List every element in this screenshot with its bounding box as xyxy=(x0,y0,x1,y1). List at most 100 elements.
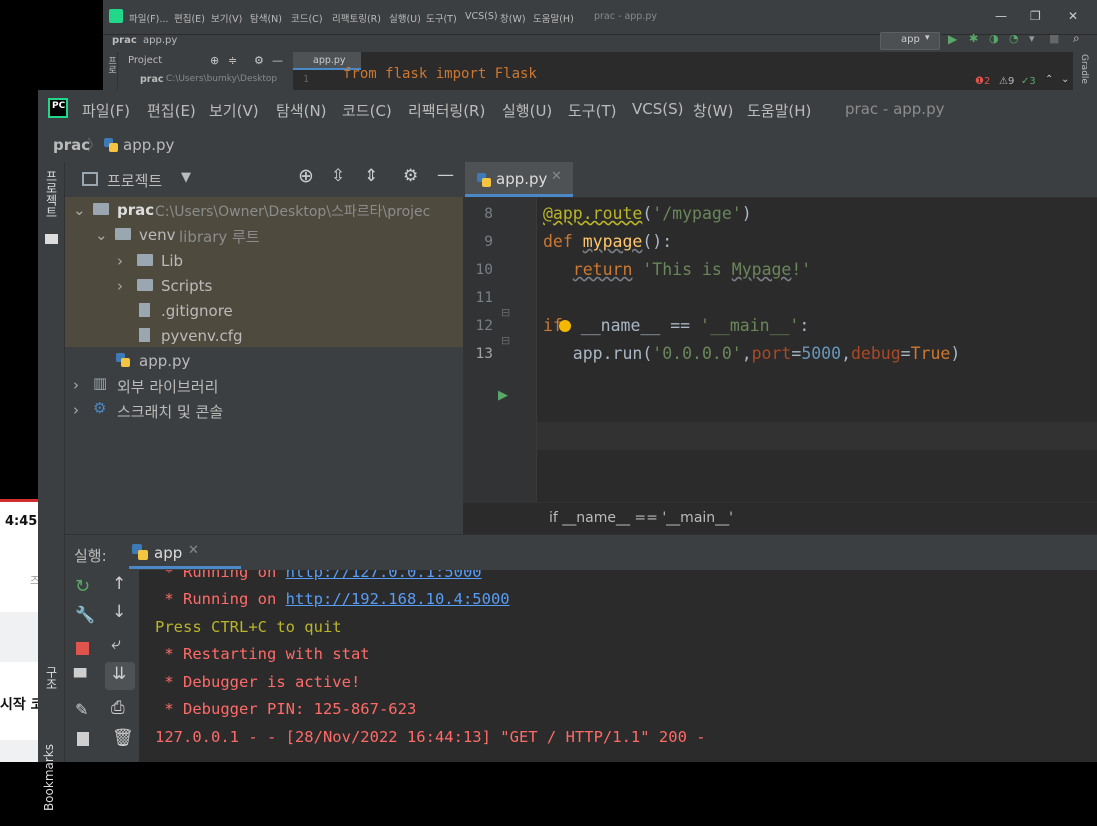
tree-item[interactable]: › Scripts xyxy=(65,273,463,298)
locate-icon[interactable]: ⊕ xyxy=(210,54,219,67)
chevron-down-icon[interactable]: ⌄ xyxy=(73,201,86,219)
trash-icon[interactable]: 🗑 xyxy=(112,728,134,748)
back-menu-item[interactable]: 도움말(H) xyxy=(533,11,574,25)
menu-item[interactable]: 파일(F) xyxy=(82,100,130,121)
minimize-icon[interactable]: — xyxy=(995,9,1007,23)
menu-item[interactable]: 탐색(N) xyxy=(276,100,327,121)
chevron-right-icon[interactable]: › xyxy=(73,376,79,394)
error-count[interactable]: ❶2 xyxy=(975,76,990,87)
coverage-icon[interactable]: ◑ xyxy=(989,32,999,45)
tab-app-py[interactable]: app.py ✕ xyxy=(465,162,573,197)
bookmarks-tool-button[interactable]: Bookmarks xyxy=(41,744,59,826)
gradle-tool-label[interactable]: Gradle xyxy=(1079,54,1089,84)
breadcrumb-project[interactable]: prac xyxy=(112,35,137,46)
next-highlight-icon[interactable]: ⌄ xyxy=(1061,74,1069,85)
menu-item[interactable]: 보기(V) xyxy=(209,100,259,121)
back-menu-item[interactable]: 코드(C) xyxy=(291,11,323,25)
back-menu-item[interactable]: 탐색(N) xyxy=(250,11,282,25)
warning-count[interactable]: ⚠9 xyxy=(999,76,1014,87)
prev-highlight-icon[interactable]: ⌃ xyxy=(1045,74,1053,85)
restore-icon[interactable]: ❐ xyxy=(1030,9,1041,23)
search-icon[interactable]: ⌕ xyxy=(1073,31,1080,46)
menu-item[interactable]: 도움말(H) xyxy=(747,100,811,121)
run-gutter-icon[interactable]: ▶ xyxy=(498,388,508,403)
run-console[interactable]: * Running on http://127.0.0.1:5000 * Run… xyxy=(139,570,1097,762)
chevron-right-icon[interactable]: › xyxy=(117,277,123,295)
wrench-icon[interactable]: 🔧 xyxy=(75,605,95,624)
menu-item[interactable]: 편집(E) xyxy=(147,100,196,121)
arrow-up-icon[interactable]: ↑ xyxy=(112,574,126,594)
run-config-select[interactable]: app ▾ xyxy=(880,32,940,50)
run-icon[interactable]: ▶ xyxy=(948,32,957,46)
bookmark-icon[interactable] xyxy=(77,732,89,746)
close-icon[interactable]: ✕ xyxy=(551,169,562,184)
console-line: * Debugger PIN: 125-867-623 xyxy=(155,700,417,718)
print-icon[interactable]: ⎙ xyxy=(111,698,125,718)
back-menu-item[interactable]: 보기(V) xyxy=(211,11,242,25)
tree-item[interactable]: › ▥ 외부 라이브러리 xyxy=(65,372,463,397)
weak-warning-count[interactable]: ✓3 xyxy=(1021,76,1036,87)
back-menu-item[interactable]: 리팩토링(R) xyxy=(332,11,381,25)
chevron-down-icon[interactable]: ▼ xyxy=(181,170,191,185)
hide-icon[interactable]: — xyxy=(437,165,454,185)
tree-item[interactable]: ⌄ venv library 루트 xyxy=(65,222,463,247)
pin-icon[interactable]: ✎ xyxy=(75,700,88,719)
code-breadcrumb[interactable]: if __name__ == '__main__' xyxy=(463,502,1097,535)
tree-item[interactable]: ⌄ prac C:\Users\Owner\Desktop\스파르타\projec xyxy=(65,197,463,222)
tree-item-label: venv xyxy=(139,226,176,244)
project-tool-button[interactable]: 프로젝트 xyxy=(41,170,59,226)
back-tree-root[interactable]: prac xyxy=(140,74,164,85)
tree-item[interactable]: .gitignore xyxy=(65,298,463,323)
stop-icon[interactable]: ■ xyxy=(1049,32,1059,45)
lightbulb-icon[interactable] xyxy=(558,320,571,332)
tree-item[interactable]: › Lib xyxy=(65,248,463,273)
menu-item[interactable]: 실행(U) xyxy=(502,100,552,121)
collapse-all-icon[interactable]: ⇕ xyxy=(364,166,378,186)
profile-icon[interactable]: ◔ xyxy=(1009,32,1019,45)
stop-icon[interactable] xyxy=(76,642,89,655)
tree-item[interactable]: pyvenv.cfg xyxy=(65,323,463,348)
breadcrumb-file[interactable]: app.py xyxy=(143,35,177,46)
tree-item[interactable]: › ⚙ 스크래치 및 콘솔 xyxy=(65,397,463,422)
hide-icon[interactable]: — xyxy=(272,54,283,67)
chevron-right-icon[interactable]: › xyxy=(117,252,123,270)
soft-wrap-icon[interactable]: ⤶ xyxy=(111,634,121,654)
fold-end-icon[interactable]: ⊟ xyxy=(501,334,510,347)
gear-icon[interactable]: ⚙ xyxy=(403,166,418,186)
gear-icon[interactable]: ⚙ xyxy=(254,54,264,67)
project-pane: 프로젝트 ▼ ⊕ ⇳ ⇕ ⚙ — ⌄ prac C:\Users\Owner\Des… xyxy=(65,162,463,603)
close-icon[interactable]: ✕ xyxy=(1068,9,1078,23)
back-menu-item[interactable]: 실행(U) xyxy=(389,11,421,25)
back-menu-item[interactable]: 파일(F)... xyxy=(129,11,168,25)
collapse-icon[interactable]: ≑ xyxy=(228,54,237,67)
debug-icon[interactable]: ✱ xyxy=(969,32,978,45)
rerun-icon[interactable]: ↻ xyxy=(75,576,90,597)
menu-item[interactable]: 도구(T) xyxy=(568,100,616,121)
back-menu-item[interactable]: 창(W) xyxy=(500,11,526,25)
fold-icon[interactable]: ⊟ xyxy=(501,306,510,319)
project-view-label[interactable]: 프로젝트 xyxy=(107,170,162,191)
locate-icon[interactable]: ⊕ xyxy=(298,165,314,187)
chevron-right-icon[interactable]: › xyxy=(73,401,79,419)
console-link[interactable]: http://192.168.10.4:5000 xyxy=(286,590,510,608)
console-link[interactable]: http://127.0.0.1:5000 xyxy=(286,570,482,581)
menu-item[interactable]: 코드(C) xyxy=(342,100,392,121)
chevron-down-icon[interactable]: ⌄ xyxy=(95,226,108,244)
run-tab-app[interactable]: app ✕ xyxy=(129,535,241,569)
tree-item[interactable]: app.py xyxy=(65,348,463,373)
breadcrumb-file[interactable]: app.py xyxy=(123,136,174,154)
back-menu-item[interactable]: VCS(S) xyxy=(465,11,498,22)
menu-item[interactable]: VCS(S) xyxy=(632,100,683,118)
arrow-down-icon[interactable]: ↓ xyxy=(112,602,126,622)
back-menu-item[interactable]: 도구(T) xyxy=(426,11,457,25)
breadcrumb-project[interactable]: prac xyxy=(53,136,90,154)
build-icon[interactable]: ▾ xyxy=(1029,32,1035,45)
expand-all-icon[interactable]: ⇳ xyxy=(331,166,345,186)
structure-tool-button[interactable]: 구조 xyxy=(41,662,59,722)
menu-item[interactable]: 창(W) xyxy=(693,100,733,121)
layout-icon[interactable]: ▀ xyxy=(74,668,86,687)
menu-item[interactable]: 리팩터링(R) xyxy=(408,100,485,121)
back-menu-item[interactable]: 편집(E) xyxy=(174,11,205,25)
close-icon[interactable]: ✕ xyxy=(188,543,199,558)
scroll-to-end-button[interactable]: ⇊ xyxy=(105,662,135,690)
